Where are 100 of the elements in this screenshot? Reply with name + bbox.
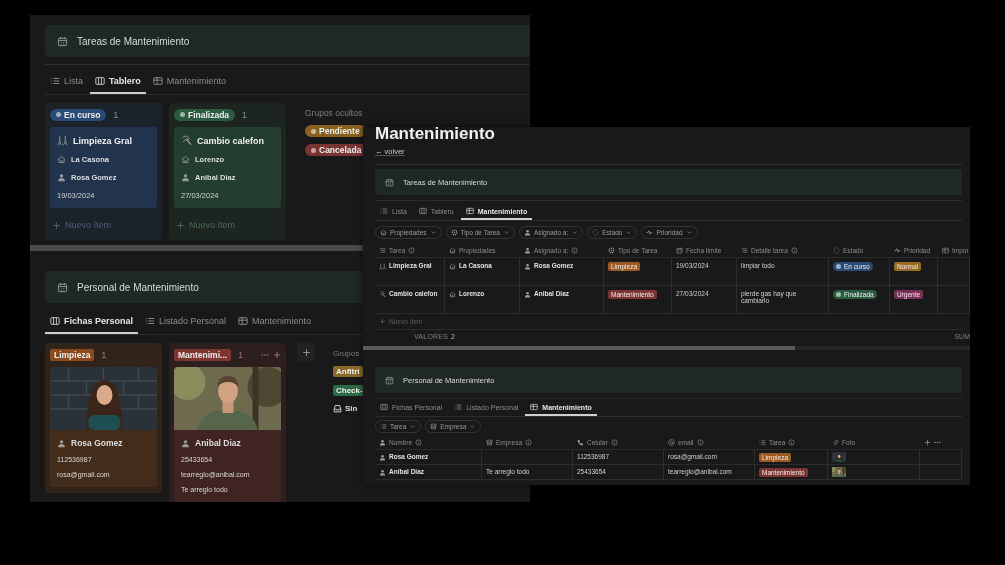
pulse-icon [894, 246, 901, 254]
plus-icon [273, 350, 281, 359]
store-icon [430, 423, 438, 430]
horizontal-scrollbar[interactable] [363, 346, 795, 350]
chevron-icon [502, 229, 510, 236]
text-lines-icon [741, 246, 748, 254]
calendar-icon [385, 177, 394, 187]
hidden-groups-label: Grupos [333, 349, 360, 358]
house-icon [449, 263, 456, 270]
group-tag: Mantenimi... [174, 348, 232, 361]
inbox-icon [333, 404, 342, 413]
chevron-icon [469, 423, 477, 430]
section-title: Personal de Mantenimiento [77, 281, 199, 293]
card-title: Limpieza Gral [73, 135, 133, 146]
board-icon [95, 76, 105, 86]
store-icon [486, 438, 493, 446]
page-title: Mantenimiento [375, 127, 496, 145]
plus-icon [301, 347, 311, 357]
dashed-circle-icon [833, 246, 840, 254]
view-tab[interactable]: Lista [45, 70, 88, 94]
house-icon [449, 246, 456, 254]
chevron-icon [625, 229, 633, 236]
hammer-icon [379, 291, 386, 298]
plus-icon [52, 220, 61, 230]
at-sign-icon [668, 438, 675, 446]
list-icon [50, 76, 60, 86]
list-icon [759, 438, 766, 446]
paperclip-icon [832, 438, 839, 446]
person-icon [523, 229, 531, 236]
calendar-icon [57, 35, 68, 47]
status-tag: En curso [50, 108, 107, 121]
table-icon [152, 76, 163, 86]
person-icon [57, 438, 66, 448]
person-icon [379, 438, 386, 446]
group-count: 1 [242, 109, 247, 120]
dot-icon [311, 147, 316, 153]
board-icon [50, 316, 60, 326]
house-icon [449, 291, 456, 298]
house-icon [380, 229, 387, 236]
group-count: 1 [101, 349, 107, 360]
calendar-icon [57, 281, 68, 293]
calendar-icon [676, 246, 683, 254]
table-icon [465, 207, 474, 215]
plus-icon [924, 438, 931, 446]
text-lines-icon [379, 246, 386, 254]
chevron-icon [409, 423, 417, 430]
dot-icon [836, 264, 841, 269]
plus-icon [176, 220, 185, 230]
view-tab[interactable]: Listado Personal [140, 310, 232, 334]
card-title: Cambio calefon [197, 135, 264, 146]
chevron-icon [571, 229, 579, 236]
person-icon [379, 469, 386, 476]
person-icon [181, 173, 190, 182]
view-tab[interactable]: Mantenimiento [233, 310, 317, 334]
board-icon [380, 403, 388, 411]
group-count: 1 [113, 109, 119, 120]
dot-icon [836, 292, 841, 297]
house-icon [57, 155, 66, 164]
dot-icon [180, 112, 185, 117]
pulse-icon [646, 229, 654, 236]
house-icon [181, 155, 190, 164]
dot-icon [311, 128, 316, 134]
group-count: 1 [238, 349, 243, 360]
hidden-groups-label: Grupos ocultos [305, 108, 363, 118]
hammer-icon [181, 135, 192, 146]
person-icon [379, 454, 386, 461]
person-icon [181, 438, 190, 448]
view-tab[interactable]: Mantenimiento [147, 70, 231, 94]
table-icon [530, 403, 539, 411]
status-tag: Pendiente [305, 125, 366, 137]
horizontal-scrollbar[interactable] [30, 245, 363, 251]
person-icon [524, 291, 531, 298]
gear-icon [608, 246, 615, 254]
list-icon [380, 207, 388, 215]
list-icon [454, 403, 463, 411]
group-label: Sin [345, 404, 358, 413]
person-icon [524, 263, 531, 270]
calendar-icon [385, 375, 394, 385]
chevron-icon [685, 229, 693, 236]
list-icon [380, 423, 387, 430]
person-name: Anibal Diaz [195, 438, 241, 448]
table-icon [238, 316, 249, 326]
phone-icon [577, 438, 584, 446]
section-title: Tareas de Mantenimiento [77, 35, 190, 47]
dashed-circle-icon [592, 229, 600, 236]
status-tag: Finalizada [174, 108, 236, 121]
table-icon [942, 246, 949, 254]
person-name: Rosa Gomez [71, 438, 123, 448]
board-icon [418, 207, 427, 215]
group-tag: Limpieza [50, 348, 95, 361]
plus-icon [379, 318, 386, 325]
group-tag: Anfitri [333, 366, 363, 377]
add-group-button[interactable] [297, 343, 315, 361]
list-icon [145, 316, 156, 326]
person-icon [57, 173, 66, 182]
gear-icon [450, 229, 458, 236]
dot-icon [56, 112, 61, 117]
chevron-icon [429, 229, 437, 236]
group-tag: Check- [333, 385, 366, 396]
person-icon [524, 246, 531, 254]
